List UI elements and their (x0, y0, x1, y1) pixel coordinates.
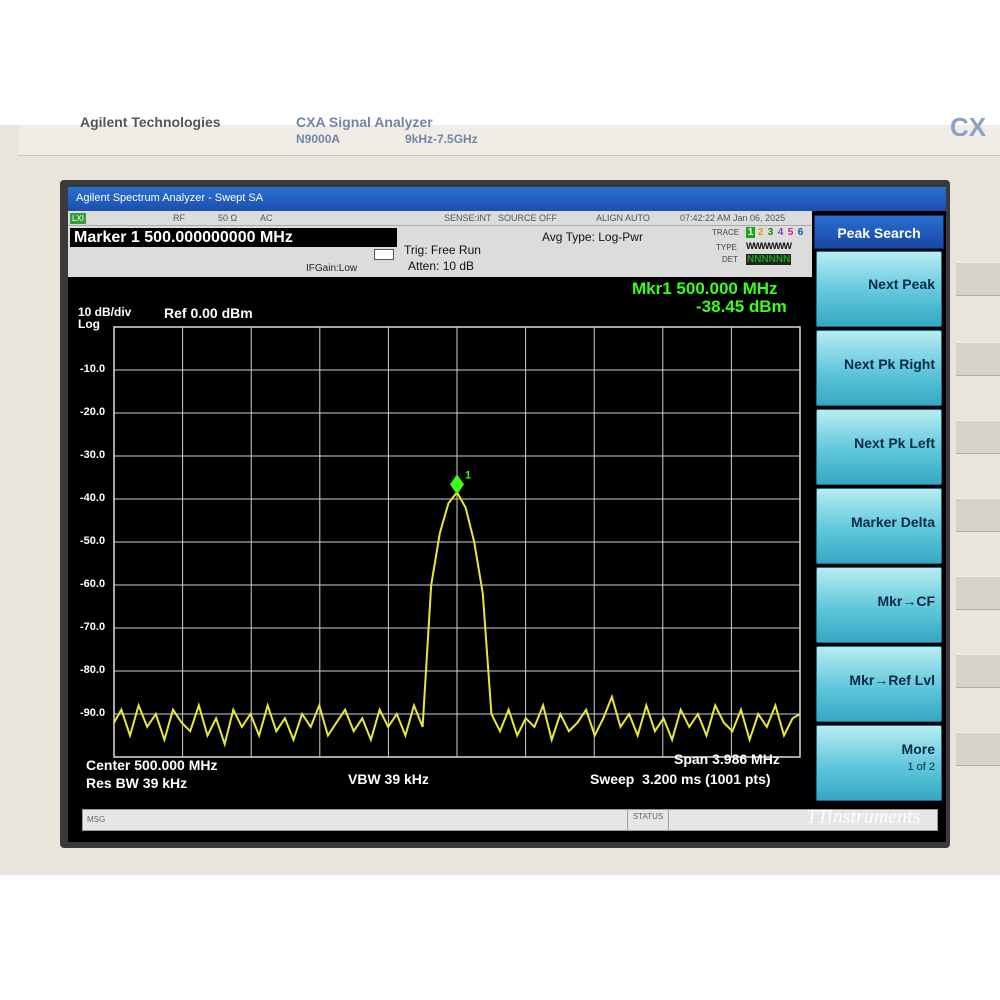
trace-indicators: 123456 (746, 227, 805, 238)
timestamp: 07:42:22 AM Jan 06, 2025 (680, 213, 786, 223)
trace-digit-4: 4 (776, 227, 785, 238)
status-label: STATUS (627, 810, 669, 830)
model-label: N9000A (296, 132, 341, 146)
softkey-marker-delta[interactable]: Marker Delta (816, 488, 942, 564)
detector-value: NNNNNN (746, 254, 792, 265)
align-label: ALIGN AUTO (596, 213, 650, 223)
res-bw[interactable]: Res BW 39 kHz (86, 775, 187, 791)
avg-type-label: Avg Type: Log-Pwr (542, 230, 643, 244)
softkey-label: Marker Delta (850, 514, 935, 530)
softkey-label: Next Pk Left (854, 435, 935, 451)
lxi-badge: LXI (70, 213, 86, 224)
span[interactable]: Span 3.986 MHz (674, 751, 780, 767)
trace-digit-6: 6 (796, 227, 805, 238)
window-title: Agilent Spectrum Analyzer - Swept SA (76, 192, 264, 204)
softkey-next-pk-right[interactable]: Next Pk Right (816, 330, 942, 406)
trace-label: TRACE (712, 228, 740, 237)
trigger-label: Trig: Free Run (404, 243, 481, 257)
trigger-icon (374, 249, 394, 260)
impedance-label: 50 Ω (218, 213, 238, 223)
side-key-1[interactable] (956, 262, 1000, 296)
softkey-label: Mkr→Ref Lvl (849, 672, 935, 688)
side-key-2[interactable] (956, 342, 1000, 376)
softkey-label: Next Pk Right (843, 356, 935, 372)
softkey-label: More (901, 741, 935, 757)
spectrum-plot[interactable]: 1 (68, 277, 812, 817)
side-key-6[interactable] (956, 654, 1000, 688)
plot-area: Mkr1 500.000 MHz -38.45 dBm 10 dB/div Lo… (68, 277, 812, 817)
rf-label: RF (173, 213, 185, 223)
softkey-more[interactable]: More 1 of 2 (816, 725, 942, 801)
ifgain-label: IFGain:Low (306, 263, 358, 274)
softkey-mkr-ref-lvl[interactable]: Mkr→Ref Lvl (816, 646, 942, 722)
sweep[interactable]: Sweep 3.200 ms (1001 pts) (590, 771, 771, 787)
trace-digit-1: 1 (746, 227, 755, 238)
sense-label: SENSE:INT (444, 213, 492, 223)
analyzer-screen: Agilent Spectrum Analyzer - Swept SA LXI… (68, 187, 946, 842)
center-frequency[interactable]: Center 500.000 MHz (86, 757, 218, 773)
trace-digit-5: 5 (786, 227, 795, 238)
side-key-7[interactable] (956, 732, 1000, 766)
status-header: LXI RF 50 Ω AC SENSE:INT SOURCE OFF ALIG… (68, 211, 812, 277)
trace-digit-2: 2 (756, 227, 765, 238)
product-label: CXA Signal Analyzer (296, 114, 433, 130)
type-label: TYPE (716, 243, 737, 252)
watermark: TTinstruments (806, 806, 921, 828)
softkey-mkr-cf[interactable]: Mkr→CF (816, 567, 942, 643)
marker-readout[interactable]: Marker 1 500.000000000 MHz (70, 228, 397, 247)
vbw[interactable]: VBW 39 kHz (348, 771, 429, 787)
title-bar: Agilent Spectrum Analyzer - Swept SA (68, 187, 946, 211)
softkey-next-peak[interactable]: Next Peak (816, 251, 942, 327)
header-divider (68, 225, 812, 226)
brand-label: Agilent Technologies (80, 114, 221, 130)
series-mark: CX (950, 112, 987, 142)
softkey-next-pk-left[interactable]: Next Pk Left (816, 409, 942, 485)
side-key-3[interactable] (956, 420, 1000, 454)
softkey-label: Mkr→CF (877, 593, 935, 609)
side-key-4[interactable] (956, 498, 1000, 532)
source-label: SOURCE OFF (498, 213, 558, 223)
trace-digit-3: 3 (766, 227, 775, 238)
atten-label: Atten: 10 dB (408, 259, 475, 273)
coupling-label: AC (260, 213, 273, 223)
msg-label: MSG (87, 815, 106, 824)
range-label: 9kHz-7.5GHz (405, 132, 478, 146)
side-key-5[interactable] (956, 576, 1000, 610)
softkey-label: Next Peak (868, 276, 935, 292)
trace-type-value: WWWWWW (746, 241, 792, 251)
softkey-menu-title: Peak Search (814, 215, 944, 249)
marker-1-label: 1 (465, 469, 471, 481)
softkey-panel: Peak Search Next Peak Next Pk Right Next… (812, 211, 946, 821)
det-label: DET (722, 255, 738, 264)
softkey-page-indicator: 1 of 2 (907, 761, 935, 773)
